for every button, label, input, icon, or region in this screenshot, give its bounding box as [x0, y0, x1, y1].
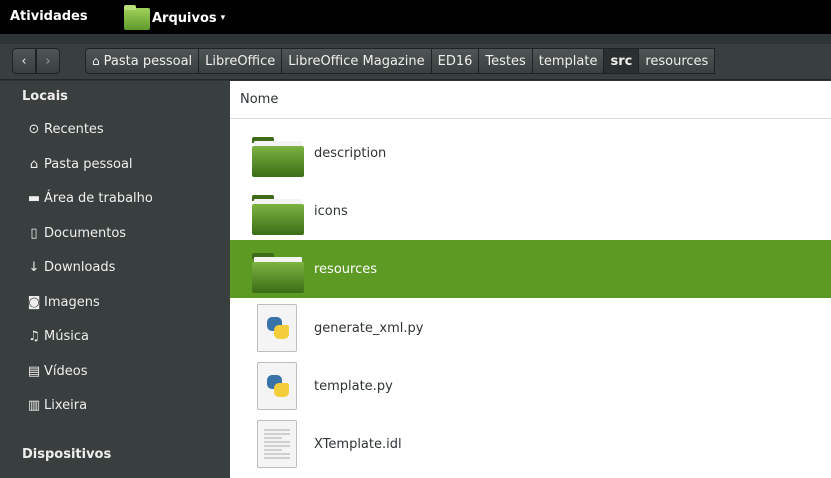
- sidebar-item--rea-de-trabalho[interactable]: ▬ Área de trabalho: [0, 182, 230, 217]
- file-name: generate_xml.py: [314, 320, 424, 336]
- file-row[interactable]: icons: [230, 182, 831, 240]
- sidebar-item-label: Documentos: [44, 225, 127, 241]
- sidebar-item-label: Vídeos: [44, 363, 88, 379]
- chevron-left-icon: ‹: [21, 53, 27, 69]
- clock-icon: ⊙: [28, 122, 40, 137]
- folder-icon: [248, 187, 306, 235]
- sidebar-item-downloads[interactable]: ↓ Downloads: [0, 251, 230, 286]
- toolbar: ‹ › ⌂ Pasta pessoal LibreOffice LibreOff…: [0, 44, 831, 80]
- file-name: resources: [314, 261, 378, 277]
- column-header-nome[interactable]: Nome: [230, 81, 831, 119]
- download-icon: ↓: [28, 260, 40, 275]
- app-menu[interactable]: Arquivos ▾: [122, 4, 225, 32]
- crumb-ed16[interactable]: ED16: [431, 48, 480, 74]
- sidebar-item-label: Imagens: [44, 294, 100, 310]
- crumb-testes[interactable]: Testes: [479, 48, 533, 74]
- chevron-down-icon: ▾: [220, 13, 226, 23]
- crumb-src[interactable]: src: [604, 48, 640, 74]
- file-name: description: [314, 145, 387, 161]
- file-name: template.py: [314, 378, 393, 394]
- sidebar-item-m-sica[interactable]: ♫ Música: [0, 320, 230, 355]
- files-app-icon: [122, 5, 152, 31]
- sidebar-item-label: Área de trabalho: [44, 191, 153, 206]
- camera-icon: ◙: [27, 294, 41, 310]
- python-file-icon: [248, 304, 306, 352]
- file-row[interactable]: template.py: [230, 357, 831, 415]
- file-name: XTemplate.idl: [314, 436, 402, 452]
- top-panel: Atividades Arquivos ▾: [0, 0, 831, 34]
- sidebar-item-recentes[interactable]: ⊙ Recentes: [0, 113, 230, 148]
- sidebar-item-pasta-pessoal[interactable]: ⌂ Pasta pessoal: [0, 148, 230, 183]
- python-file-icon: [248, 362, 306, 410]
- file-row[interactable]: description: [230, 124, 831, 182]
- chevron-right-icon: ›: [45, 53, 51, 69]
- file-name: icons: [314, 203, 348, 219]
- file-row[interactable]: resources: [230, 240, 831, 298]
- crumb-libreoffice[interactable]: LibreOffice: [199, 48, 283, 74]
- sidebar-item-lixeira[interactable]: ▥ Lixeira: [0, 389, 230, 424]
- sidebar-item-v-deos[interactable]: ▤ Vídeos: [0, 355, 230, 390]
- sidebar-item-label: Downloads: [44, 260, 116, 275]
- breadcrumb: ⌂ Pasta pessoal LibreOffice LibreOffice …: [85, 48, 716, 74]
- sidebar-item-documentos[interactable]: ▯ Documentos: [0, 217, 230, 252]
- sidebar-item-label: Lixeira: [44, 398, 88, 413]
- forward-button[interactable]: ›: [36, 48, 60, 74]
- sidebar-section-dispositivos: Dispositivos: [22, 447, 112, 462]
- file-view: Nome description icons resources generate_x…: [230, 81, 831, 478]
- music-icon: ♫: [28, 329, 40, 344]
- film-icon: ▤: [27, 363, 41, 379]
- back-button[interactable]: ‹: [12, 48, 36, 74]
- text-file-icon: [248, 420, 306, 468]
- sidebar: Locais ⊙ Recentes ⌂ Pasta pessoal ▬ Área de t…: [0, 81, 230, 478]
- activities-button[interactable]: Atividades: [10, 0, 88, 34]
- sidebar-item-label: Recentes: [44, 122, 104, 137]
- crumb-template[interactable]: template: [532, 48, 605, 74]
- home-icon: ⌂: [29, 156, 39, 172]
- folder-icon: [248, 129, 306, 177]
- crumb-libreoffice-magazine[interactable]: LibreOffice Magazine: [282, 48, 432, 74]
- home-icon: ⌂: [92, 54, 100, 68]
- crumb-resources[interactable]: resources: [639, 48, 716, 74]
- sidebar-item-label: Pasta pessoal: [44, 156, 133, 172]
- file-row[interactable]: XTemplate.idl: [230, 415, 831, 473]
- trash-icon: ▥: [27, 398, 41, 413]
- folder-icon: [248, 245, 306, 293]
- sidebar-item-label: Música: [44, 329, 89, 344]
- sidebar-section-locais: Locais: [22, 89, 68, 104]
- sidebar-item-imagens[interactable]: ◙ Imagens: [0, 286, 230, 321]
- desktop-folder-icon: ▬: [27, 191, 41, 206]
- file-row[interactable]: generate_xml.py: [230, 299, 831, 357]
- app-menu-label: Arquivos: [152, 10, 217, 26]
- document-icon: ▯: [30, 225, 38, 241]
- crumb-pasta-pessoal[interactable]: ⌂ Pasta pessoal: [85, 48, 200, 74]
